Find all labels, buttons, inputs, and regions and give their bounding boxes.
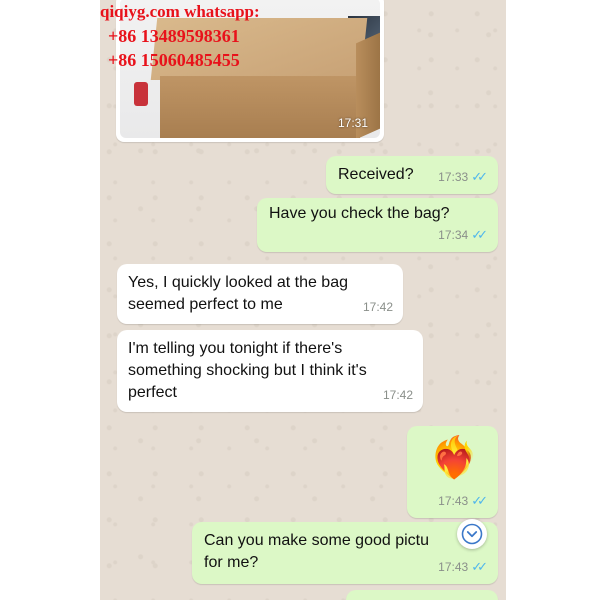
message-meta: 17:33 ✓✓: [438, 166, 488, 188]
contact-watermark: qiqiyg.com whatsapp: +86 13489598361 +86…: [100, 0, 260, 72]
double-check-icon: ✓✓: [471, 559, 488, 574]
message-meta: 17:42: [383, 384, 413, 406]
message-text: Have you check the bag?: [269, 205, 450, 222]
message-time: 17:33: [438, 170, 469, 184]
message-time: 17:43: [438, 560, 469, 574]
watermark-phone-2: +86 15060485455: [108, 50, 240, 70]
double-check-icon: ✓✓: [471, 227, 488, 242]
message-text: Can you make some good pictu for me?: [204, 532, 430, 571]
watermark-whatsapp-label: whatsapp:: [184, 2, 260, 21]
message-meta: 17:43 ✓✓: [438, 556, 488, 578]
double-check-icon: ✓✓: [471, 169, 488, 184]
chat-area[interactable]: 17:31 Received? 17:33 ✓✓ Have you check …: [100, 0, 506, 600]
photo-timestamp: 17:31: [337, 116, 368, 130]
message-bubble-outgoing[interactable]: Have you check the bag? 17:34 ✓✓: [257, 198, 498, 252]
message-time: 17:34: [438, 228, 469, 242]
message-bubble-outgoing[interactable]: Can you make some good pictu for me? 17:…: [192, 522, 498, 584]
chevron-down-icon: [461, 523, 483, 545]
message-text: I'm telling you tonight if there's somet…: [128, 340, 367, 401]
message-text: Yes, I quickly looked at the bag seemed …: [128, 274, 348, 313]
watermark-line-site: qiqiyg.com whatsapp:: [100, 0, 260, 24]
watermark-phone-1: +86 13489598361: [108, 26, 240, 46]
message-time: 17:43: [438, 494, 469, 508]
photo-box-front: [160, 76, 360, 138]
message-bubble-outgoing[interactable]: Received? 17:33 ✓✓: [326, 156, 498, 194]
message-bubble-incoming[interactable]: Yes, I quickly looked at the bag seemed …: [117, 264, 403, 324]
heart-on-fire-emoji: ❤️‍🔥: [429, 436, 479, 480]
message-meta: 17:42: [363, 296, 393, 318]
watermark-site: qiqiyg.com: [100, 2, 180, 21]
message-time: 17:42: [362, 300, 393, 314]
scroll-down-button[interactable]: [457, 519, 487, 549]
double-check-icon: ✓✓: [471, 493, 488, 508]
message-meta: 17:34 ✓✓: [438, 224, 488, 246]
message-bubble-incoming[interactable]: I'm telling you tonight if there's somet…: [117, 330, 423, 412]
message-meta: 17:43 ✓✓: [438, 490, 488, 512]
photo-red-item: [134, 82, 148, 106]
message-text: Received?: [338, 166, 414, 183]
message-bubble-outgoing[interactable]: ❤️‍🔥 17:43 ✓✓: [407, 426, 498, 518]
message-bubble-outgoing-partial[interactable]: [346, 590, 498, 600]
message-time: 17:42: [382, 388, 413, 402]
